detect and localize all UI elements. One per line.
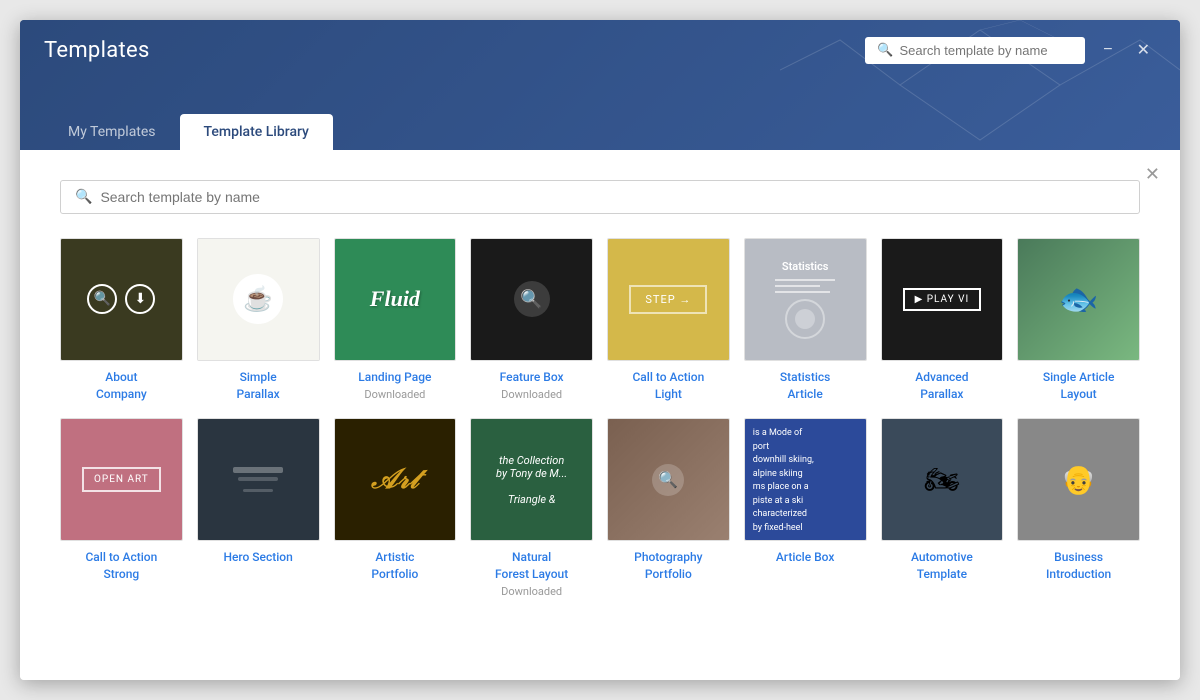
templates-modal: Templates 🔍 − ✕ My Templates Template Li…: [20, 20, 1180, 680]
search-icon: 🔍: [514, 281, 550, 317]
main-search-input[interactable]: [100, 189, 1125, 205]
template-name: About Company: [96, 369, 147, 403]
artistic-text: 𝒜𝓇𝓉: [371, 464, 419, 496]
template-cta-strong[interactable]: OPEN ART Call to Action Strong: [60, 418, 183, 597]
stats-visual: [775, 279, 835, 293]
template-name: Photography Portfolio: [634, 549, 702, 583]
template-natural-forest-layout[interactable]: the Collectionby Tony de M...Triangle & …: [470, 418, 593, 597]
body-close-button[interactable]: ✕: [1145, 164, 1160, 185]
photo-search-icon: 🔍: [652, 464, 684, 496]
template-single-article-layout[interactable]: 🐟 Single Article Layout: [1017, 238, 1140, 402]
step-button: STEP →: [629, 285, 707, 314]
article-box-text: is a Mode ofportdownhill skiing,alpine s…: [753, 427, 814, 535]
template-photography-portfolio[interactable]: 🔍 Photography Portfolio: [607, 418, 730, 597]
fluid-text: Fluid: [370, 286, 420, 312]
template-feature-box[interactable]: 🔍 Feature Box Downloaded: [470, 238, 593, 402]
template-hero-section[interactable]: Hero Section: [197, 418, 320, 597]
circle-chart: [785, 299, 825, 339]
minimize-button[interactable]: −: [1097, 37, 1118, 63]
tab-my-templates[interactable]: My Templates: [44, 114, 180, 150]
motorcycle-icon: 🏍: [924, 463, 960, 496]
template-about-company[interactable]: 🔍 ⬇ About Company: [60, 238, 183, 402]
tab-template-library[interactable]: Template Library: [180, 114, 333, 150]
template-advanced-parallax[interactable]: ▶ PLAY VI Advanced Parallax: [881, 238, 1004, 402]
fish-emoji: 🐟: [1059, 280, 1099, 318]
main-search-box[interactable]: 🔍: [60, 180, 1140, 214]
business-icon: 👴: [1061, 463, 1096, 496]
template-name: Feature Box: [500, 369, 564, 386]
template-badge: Downloaded: [501, 388, 562, 401]
window-title: Templates: [44, 38, 150, 63]
template-simple-parallax[interactable]: ☕ Simple Parallax: [197, 238, 320, 402]
template-business-introduction[interactable]: 👴 Business Introduction: [1017, 418, 1140, 597]
template-grid: 🔍 ⬇ About Company ☕ Simple Parallax F: [60, 238, 1140, 598]
template-name: Hero Section: [223, 549, 292, 566]
modal-body: ✕ 🔍 🔍 ⬇ About Company: [20, 150, 1180, 680]
search-circle-icon: 🔍: [87, 284, 117, 314]
template-name: Statistics Article: [780, 369, 830, 403]
search-row: 🔍: [60, 180, 1140, 214]
template-name: Article Box: [776, 549, 835, 566]
template-name: Automotive Template: [911, 549, 973, 583]
template-name: Call to Action Strong: [85, 549, 157, 583]
template-landing-page[interactable]: Fluid Landing Page Downloaded: [334, 238, 457, 402]
template-cta-light[interactable]: STEP → Call to Action Light: [607, 238, 730, 402]
template-badge: Downloaded: [364, 388, 425, 401]
template-artistic-portfolio[interactable]: 𝒜𝓇𝓉 Artistic Portfolio: [334, 418, 457, 597]
window-close-button[interactable]: ✕: [1131, 36, 1156, 64]
play-button-visual: ▶ PLAY VI: [903, 288, 982, 311]
template-name: Advanced Parallax: [915, 369, 968, 403]
template-name: Natural Forest Layout: [495, 549, 568, 583]
hero-visual: [233, 467, 283, 492]
template-name: Call to Action Light: [632, 369, 704, 403]
template-name: Simple Parallax: [237, 369, 280, 403]
modal-header: Templates 🔍 − ✕ My Templates Template Li…: [20, 20, 1180, 150]
template-statistics-article[interactable]: Statistics Statistics Article: [744, 238, 867, 402]
download-circle-icon: ⬇: [125, 284, 155, 314]
template-name: Business Introduction: [1046, 549, 1111, 583]
open-art-button: OPEN ART: [82, 467, 161, 492]
stats-label: Statistics: [782, 260, 828, 273]
template-name: Landing Page: [358, 369, 431, 386]
template-article-box[interactable]: is a Mode ofportdownhill skiing,alpine s…: [744, 418, 867, 597]
forest-text: the Collectionby Tony de M...Triangle &: [496, 454, 567, 506]
template-badge: Downloaded: [501, 585, 562, 598]
cup-icon: ☕: [233, 274, 283, 324]
template-name: Artistic Portfolio: [371, 549, 418, 583]
template-name: Single Article Layout: [1043, 369, 1115, 403]
main-search-icon: 🔍: [75, 189, 92, 205]
template-automotive-template[interactable]: 🏍 Automotive Template: [881, 418, 1004, 597]
